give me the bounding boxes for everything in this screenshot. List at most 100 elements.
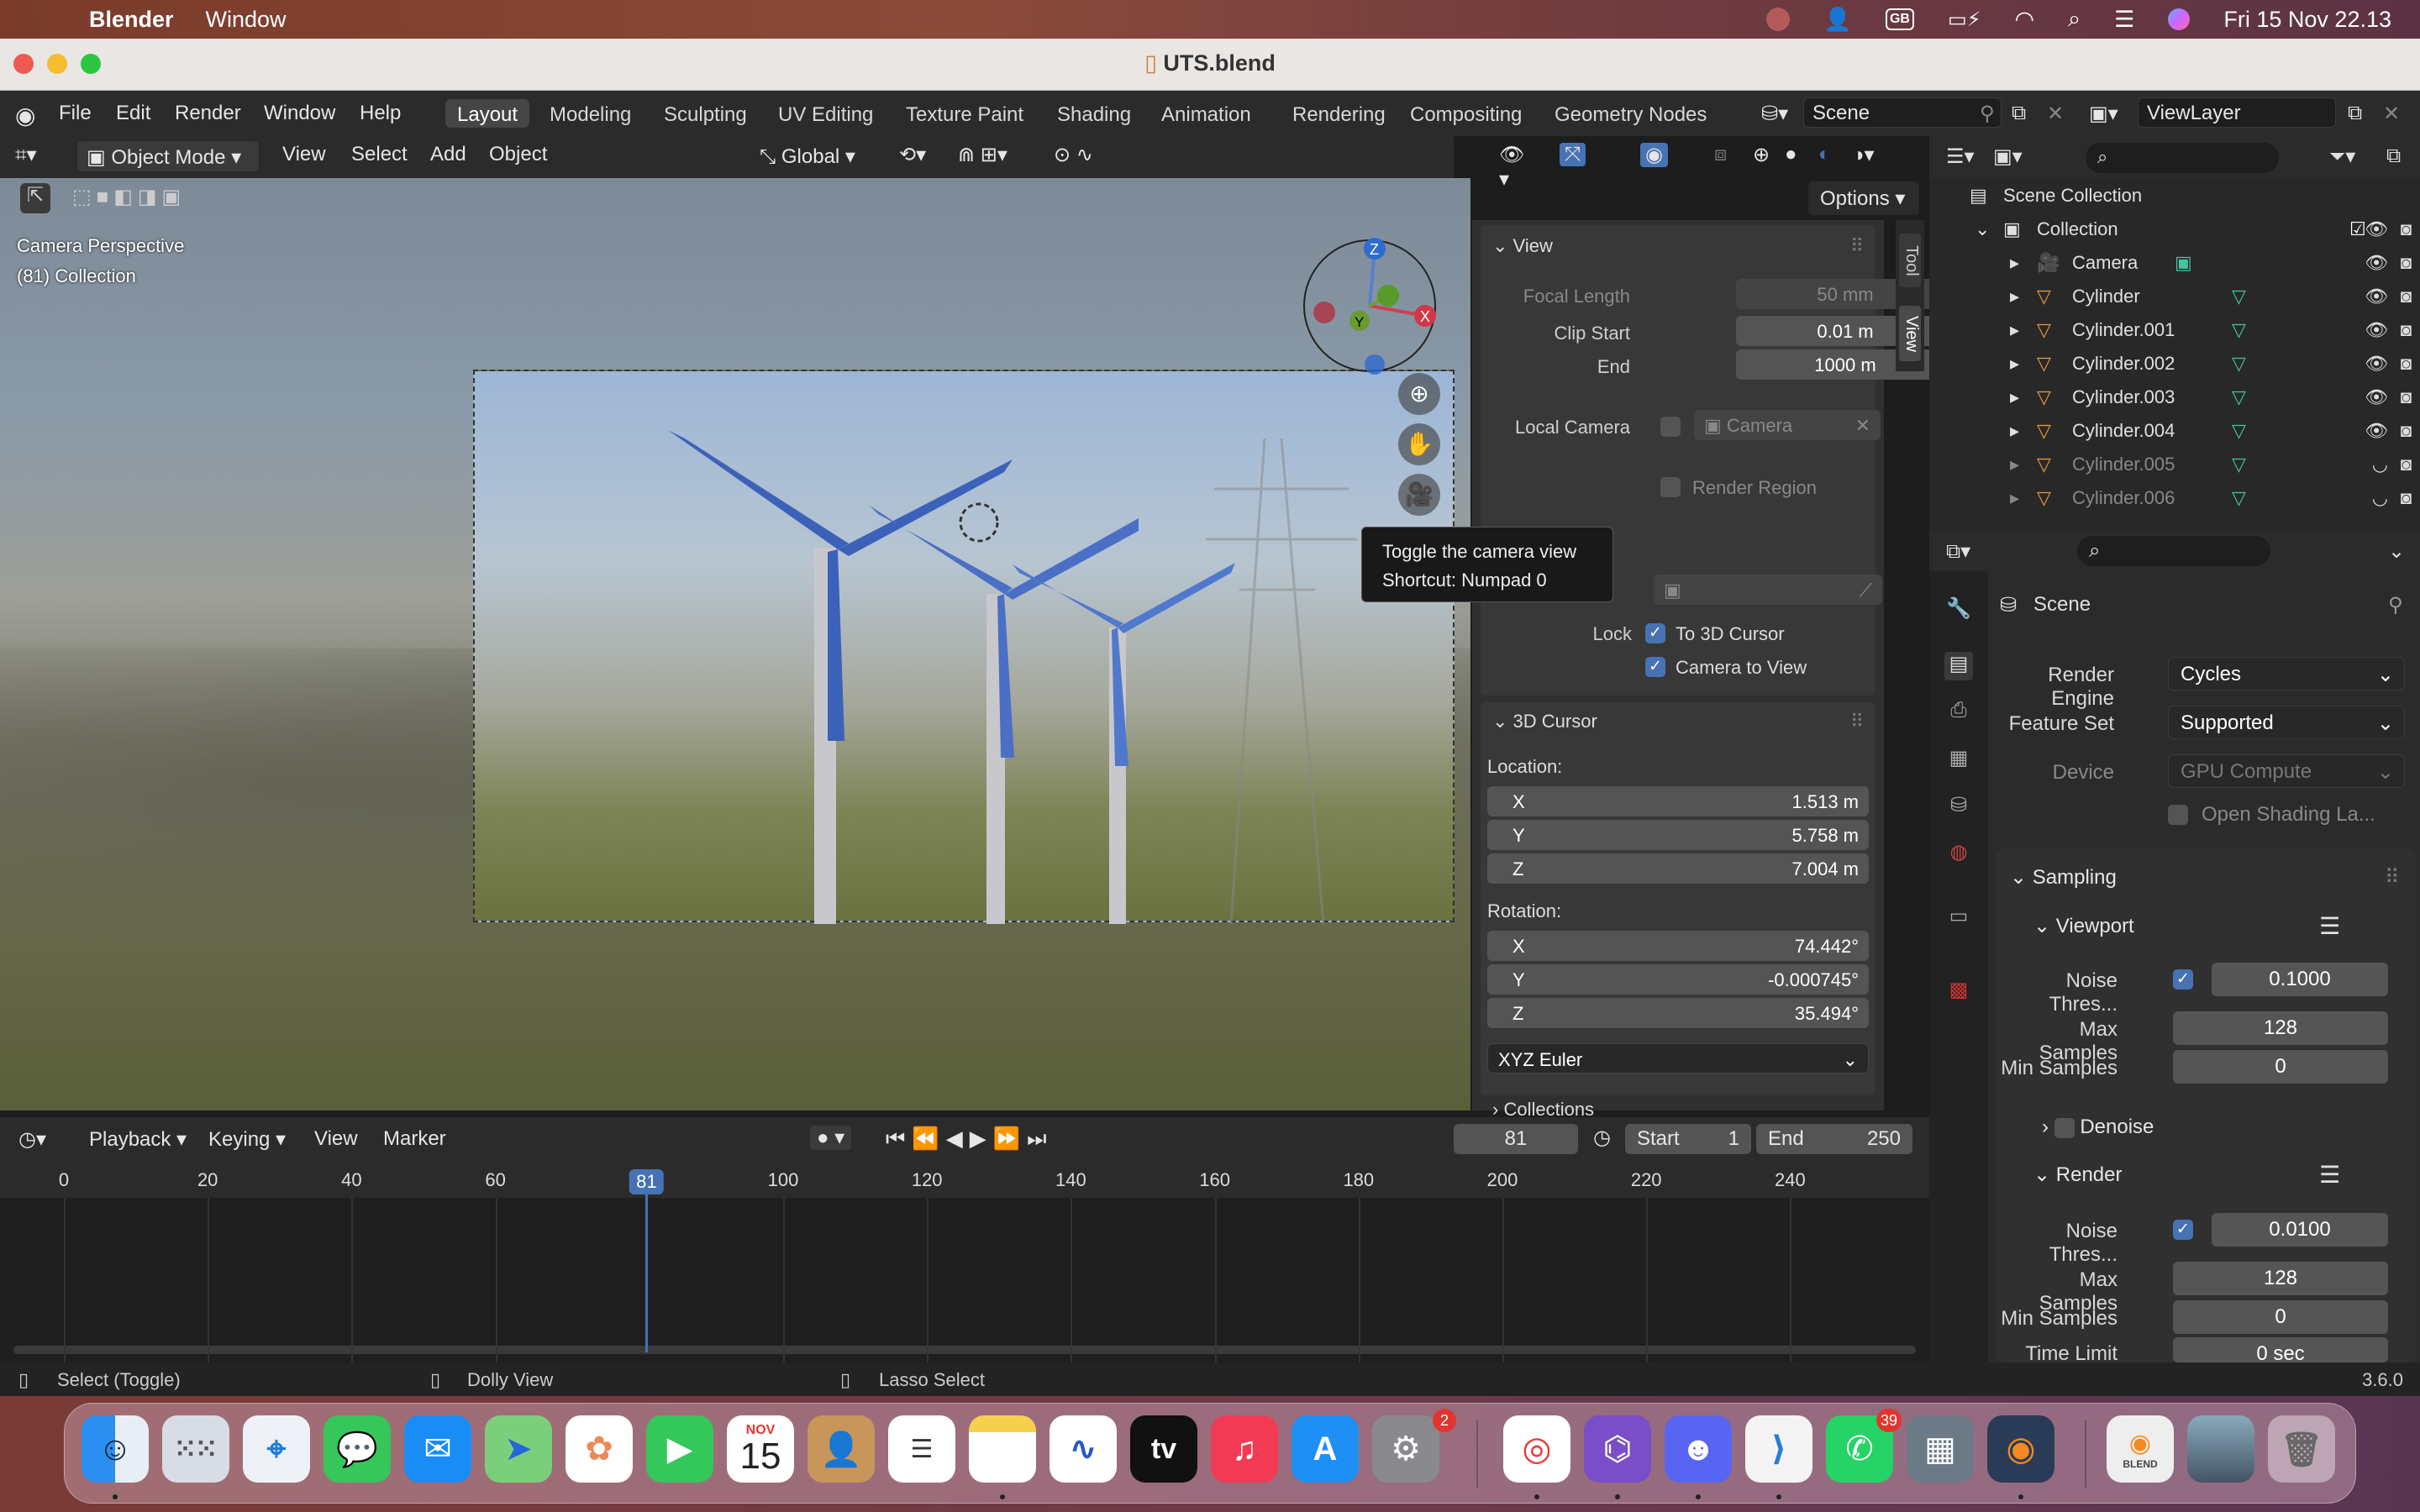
render-camera-icon[interactable]: ◙ xyxy=(2401,487,2412,509)
pan-hand-icon[interactable]: ✋ xyxy=(1398,423,1440,465)
rotation-mode-dropdown[interactable]: XYZ Euler ⌄ xyxy=(1487,1043,1869,1074)
exclude-checkbox[interactable]: ☑ xyxy=(2349,218,2366,240)
clock-datetime[interactable]: Fri 15 Nov 22.13 xyxy=(2223,7,2391,33)
viewport-min-samples-field[interactable]: 0 xyxy=(2173,1050,2388,1084)
zoom-icon[interactable]: ⊕ xyxy=(1398,373,1440,415)
menu-app-name[interactable]: Blender xyxy=(89,7,174,33)
view-layer-field[interactable]: ViewLayer xyxy=(2138,97,2336,128)
pivot-point-icon[interactable]: ⟲▾ xyxy=(899,143,926,167)
menu-keying[interactable]: Keying ▾ xyxy=(208,1127,286,1152)
siri-icon[interactable] xyxy=(2168,8,2191,30)
freeform-icon[interactable]: ∿ xyxy=(1050,1415,1117,1483)
mesh-data-icon[interactable]: ▽ xyxy=(2232,487,2246,509)
sampling-header[interactable]: ⌄ Sampling xyxy=(2010,865,2117,890)
reminders-icon[interactable]: ☰ xyxy=(888,1415,955,1483)
clear-icon[interactable]: ✕ xyxy=(1855,415,1870,437)
render-camera-icon[interactable]: ◙ xyxy=(2401,218,2412,240)
preview-range-icon[interactable]: ◷ xyxy=(1593,1126,1611,1150)
presets-list-icon[interactable]: ☰ xyxy=(2319,1161,2340,1189)
xray-icon[interactable]: ⧈ xyxy=(1714,143,1727,166)
render-max-samples-field[interactable]: 128 xyxy=(2173,1262,2388,1295)
messages-icon[interactable]: 💬 xyxy=(324,1415,391,1483)
proportional-edit-icon[interactable]: ⊙ ∿ xyxy=(1054,143,1093,167)
properties-search-input[interactable]: ⌕ xyxy=(2077,536,2270,566)
menu-render[interactable]: Render xyxy=(175,102,241,125)
calendar-icon[interactable]: NOV 15 xyxy=(727,1415,794,1483)
outliner-search-input[interactable]: ⌕ xyxy=(2086,143,2279,173)
gizmo-toggle-icon[interactable]: ⤧ xyxy=(1560,143,1586,166)
mesh-data-icon[interactable]: ▽ xyxy=(2232,386,2246,408)
contacts-icon[interactable]: 👤 xyxy=(808,1415,875,1483)
new-scene-icon[interactable]: ⧉ xyxy=(2012,102,2026,125)
output-tab-icon[interactable]: ⎙ xyxy=(1944,699,1973,727)
collapse-icon[interactable]: ⌄ xyxy=(1975,218,1990,240)
expand-icon[interactable]: ▸ xyxy=(2010,420,2019,442)
camera-to-view-checkbox[interactable]: ✓ xyxy=(1645,657,1665,677)
mesh-data-icon[interactable]: ▽ xyxy=(2232,420,2246,442)
trash-icon[interactable]: 🗑 xyxy=(2268,1415,2335,1483)
tab-tool[interactable]: Tool xyxy=(1899,234,1921,287)
texture-tab-icon[interactable]: ▩ xyxy=(1944,978,1973,1006)
options-dropdown[interactable]: Options ▾ xyxy=(1808,181,1919,215)
display-mode-icon[interactable]: ▣▾ xyxy=(1993,144,2023,169)
3d-viewport[interactable]: ⇱ ⬚■◧◨▣ Camera Perspective (81) Collecti… xyxy=(0,178,1470,1110)
pin-icon[interactable]: ⚲ xyxy=(1980,102,1995,126)
local-camera-checkbox[interactable]: ✓ xyxy=(1660,417,1681,437)
timeline-editor-type-icon[interactable]: ◷▾ xyxy=(18,1127,46,1152)
tab-view[interactable]: View xyxy=(1899,306,1921,361)
location-z-field[interactable]: Z 7.004 m xyxy=(1487,853,1869,884)
menu-marker[interactable]: Marker xyxy=(383,1127,446,1151)
render-camera-icon[interactable]: ◙ xyxy=(2401,286,2412,307)
menu-edit[interactable]: Edit xyxy=(116,102,150,125)
tab-geometry-nodes[interactable]: Geometry Nodes xyxy=(1543,99,1718,128)
outliner-editor-type-icon[interactable]: ☰▾ xyxy=(1946,144,1975,169)
menu-file[interactable]: File xyxy=(59,102,92,125)
record-icon[interactable] xyxy=(1766,8,1791,31)
outliner-item[interactable]: ▸ ▽ Cylinder.002 ▽ 👁 ◙ xyxy=(1929,346,2420,380)
viewport-noise-threshold-field[interactable]: 0.1000 xyxy=(2212,963,2388,996)
menu-object[interactable]: Object xyxy=(489,143,547,166)
tab-animation[interactable]: Animation xyxy=(1150,99,1263,128)
device-dropdown[interactable]: GPU Compute ⌄ xyxy=(2168,754,2405,788)
render-subheader[interactable]: ⌄ Render xyxy=(2033,1163,2123,1187)
editor-type-icon[interactable]: ⌗▾ xyxy=(15,143,37,167)
menu-select[interactable]: Select xyxy=(351,143,408,166)
delete-scene-icon[interactable]: ✕ xyxy=(2047,102,2064,126)
render-camera-icon[interactable]: ◙ xyxy=(2401,386,2412,408)
mesh-data-icon[interactable]: ▽ xyxy=(2232,454,2246,475)
current-frame-field[interactable]: 81 xyxy=(1454,1124,1578,1154)
preview-icon[interactable]: ▦ xyxy=(1907,1415,1974,1483)
wifi-icon[interactable]: ◠ xyxy=(2014,7,2034,33)
blender-icon[interactable]: ◉ xyxy=(1987,1415,2054,1483)
eye-icon[interactable]: 👁 xyxy=(2365,286,2388,307)
shading-material-icon[interactable]: ◐ xyxy=(1818,143,1831,166)
drag-handle-icon[interactable]: ⠿ xyxy=(1850,235,1864,257)
open-shading-checkbox[interactable]: ✓ xyxy=(2168,805,2188,825)
blender-logo-icon[interactable]: ◉ xyxy=(15,102,35,129)
mesh-data-icon[interactable]: ▽ xyxy=(2232,286,2246,307)
view-section-header[interactable]: ⌄ View xyxy=(1492,235,1553,257)
drag-handle-icon[interactable]: ⠿ xyxy=(1850,711,1864,732)
apple-tv-icon[interactable]: tv xyxy=(1130,1415,1197,1483)
outliner-item[interactable]: ▸ ▽ Cylinder.004 ▽ 👁 ◙ xyxy=(1929,413,2420,447)
expand-icon[interactable]: ▸ xyxy=(2010,353,2019,375)
timeline-ruler[interactable]: 0 20 40 60 81 100 120 140 160 180 200 220 240 xyxy=(0,1161,1929,1198)
render-noise-threshold-checkbox[interactable]: ✓ xyxy=(2173,1220,2193,1240)
shading-solid-icon[interactable]: ● xyxy=(1785,143,1797,166)
timeline-scrollbar[interactable] xyxy=(13,1346,1916,1354)
lock-object-field[interactable]: ▣ ⟋ xyxy=(1654,575,1882,605)
world-tab-icon[interactable]: ◍ xyxy=(1944,840,1973,869)
camera-view-icon[interactable]: 🎥 xyxy=(1398,474,1440,516)
chrome-icon[interactable]: ◎ xyxy=(1503,1415,1570,1483)
render-camera-icon[interactable]: ◙ xyxy=(2401,454,2412,475)
menu-playback[interactable]: Playback ▾ xyxy=(89,1127,187,1152)
render-camera-icon[interactable]: ◙ xyxy=(2401,319,2412,341)
viewport-subheader[interactable]: ⌄ Viewport xyxy=(2033,914,2134,938)
render-camera-icon[interactable]: ◙ xyxy=(2401,353,2412,375)
expand-icon[interactable]: ▸ xyxy=(2010,252,2019,274)
outliner-collection[interactable]: ⌄ ▣ Collection ☑ 👁 ◙ xyxy=(1929,212,2420,245)
eye-icon[interactable]: 👁 xyxy=(2365,252,2388,274)
outliner-item[interactable]: ▸ ▽ Cylinder.006 ▽ ◡ ◙ xyxy=(1929,480,2420,514)
delete-view-layer-icon[interactable]: ✕ xyxy=(2383,102,2400,126)
eye-icon[interactable]: 👁 xyxy=(2365,420,2388,442)
